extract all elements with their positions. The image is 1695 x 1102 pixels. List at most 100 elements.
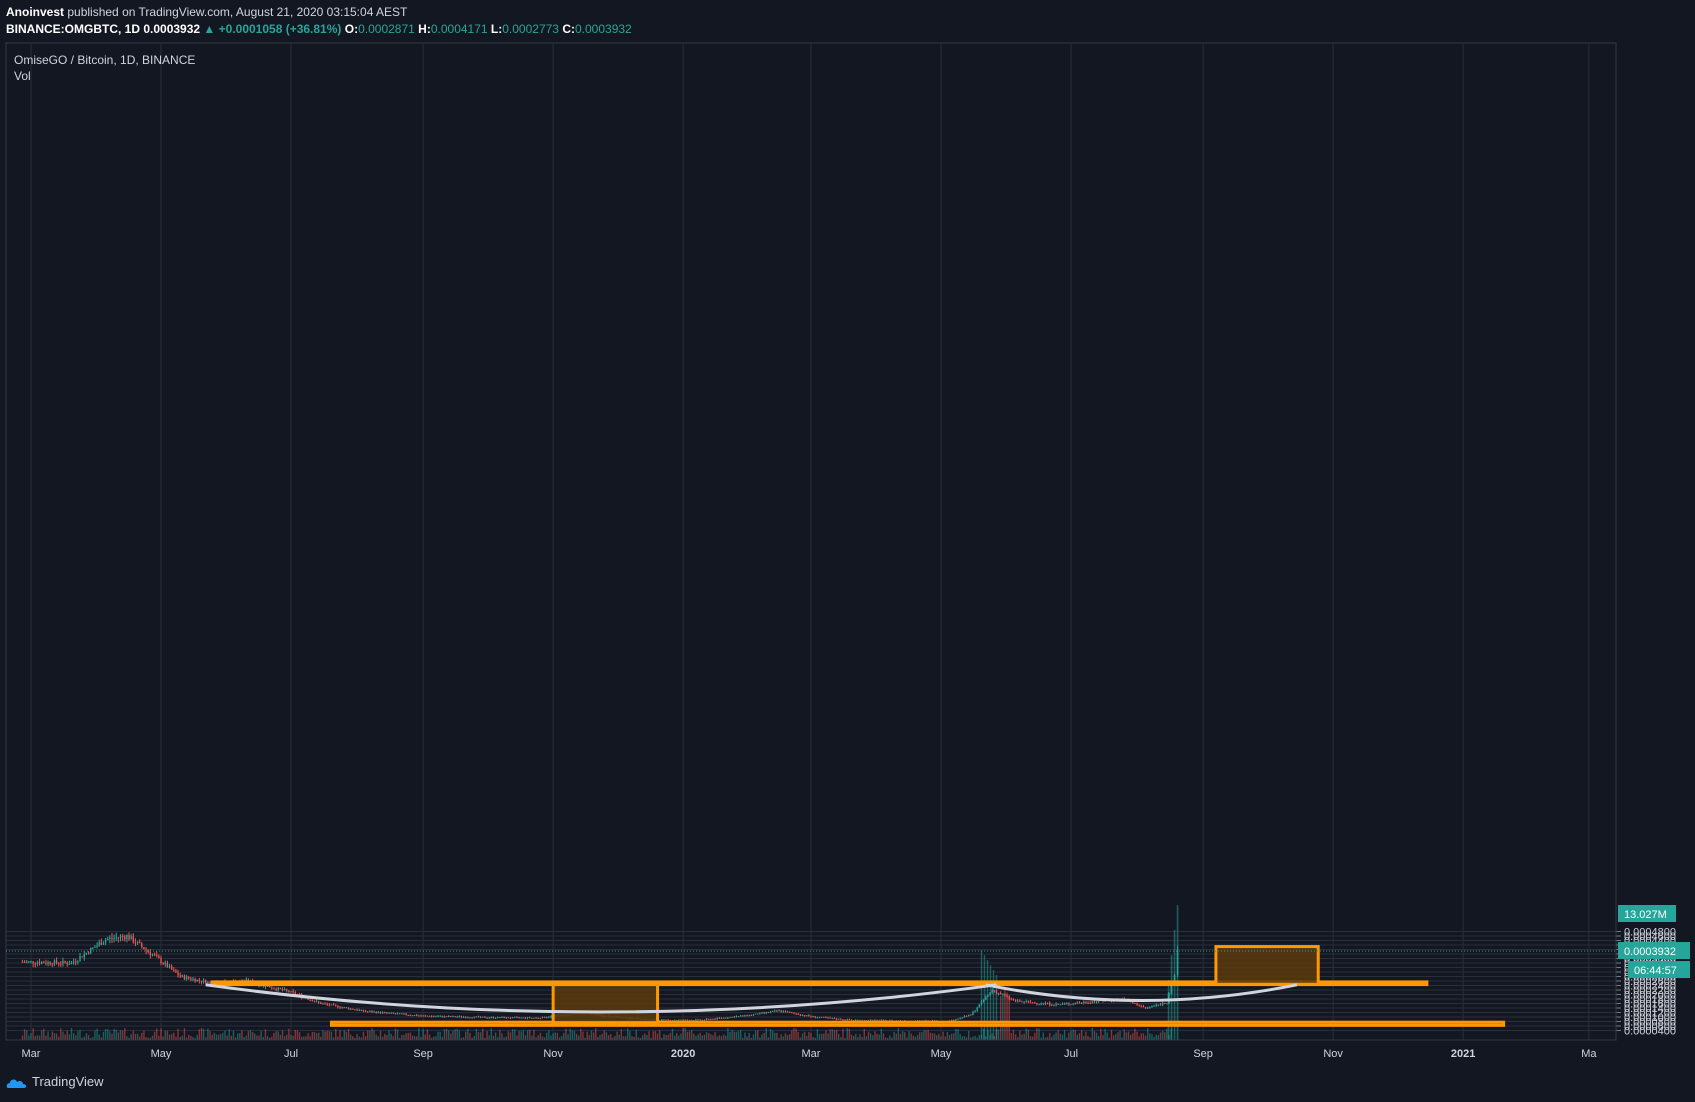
candle-body	[494, 1017, 497, 1019]
candle-body	[207, 981, 209, 984]
candle-body	[92, 947, 94, 949]
candle-body	[769, 1011, 772, 1013]
volume-bar	[825, 1030, 827, 1040]
volume-bar	[1117, 1032, 1119, 1040]
volume-bar	[254, 1033, 256, 1040]
volume-bar	[904, 1032, 906, 1040]
volume-bar	[51, 1031, 54, 1040]
volume-bar	[72, 1033, 75, 1040]
volume-bar	[219, 1033, 222, 1040]
volume-bar	[345, 1031, 348, 1040]
candle-body	[514, 1017, 516, 1019]
candle-body	[424, 1015, 426, 1017]
volume-bar	[367, 1030, 369, 1040]
volume-bar	[1147, 1028, 1149, 1040]
published-info: published on TradingView.com, August 21,…	[67, 5, 408, 19]
candle-body	[1091, 1001, 1094, 1003]
candle-body	[79, 956, 81, 961]
candle-body	[840, 1018, 842, 1020]
volume-bar	[641, 1035, 644, 1040]
candle-body	[661, 1019, 663, 1021]
volume-bar	[999, 995, 1002, 1040]
volume-bar	[931, 1033, 934, 1040]
volume-bar	[539, 1032, 542, 1040]
volume-bar	[413, 1035, 416, 1040]
volume-bar	[237, 1033, 239, 1040]
volume-bar	[601, 1033, 603, 1040]
volume-bar	[356, 1033, 358, 1040]
candle-body	[680, 1019, 682, 1021]
candle-body	[175, 970, 177, 973]
volume-bar	[66, 1030, 68, 1040]
candle-body	[987, 994, 989, 997]
candle-body	[460, 1016, 463, 1018]
volume-bar	[151, 1035, 154, 1040]
candle-body	[991, 990, 993, 993]
volume-bar	[882, 1033, 885, 1040]
volume-bar	[808, 1032, 810, 1040]
candle-body	[511, 1017, 514, 1019]
volume-bar	[968, 1030, 970, 1040]
volume-bar	[1087, 1035, 1089, 1040]
volume-bar	[1042, 1032, 1044, 1040]
volume-bar	[823, 1033, 825, 1040]
candle-body	[1014, 999, 1017, 1002]
candle-body	[995, 990, 998, 994]
volume-bar	[315, 1032, 318, 1040]
candle-body	[1061, 1003, 1064, 1005]
candle-body	[997, 993, 1000, 995]
volume-bar	[467, 1028, 469, 1040]
candle-body	[780, 1010, 782, 1012]
volume-bar	[1063, 1030, 1066, 1040]
candle-body	[765, 1012, 767, 1014]
volume-bar	[115, 1029, 117, 1040]
target-box	[1214, 945, 1320, 986]
volume-bar	[831, 1029, 834, 1040]
volume-bar	[352, 1036, 354, 1040]
x-tick-label: 2021	[1451, 1048, 1475, 1060]
volume-bar	[1025, 1028, 1027, 1040]
volume-bar	[98, 1034, 100, 1040]
volume-bar	[222, 1032, 224, 1040]
volume-bar	[34, 1036, 36, 1040]
candle-body	[43, 962, 45, 964]
volume-bar	[563, 1032, 565, 1040]
candle-body	[403, 1013, 405, 1015]
candle-body	[492, 1017, 495, 1019]
volume-bar	[921, 1032, 923, 1040]
volume-bar	[991, 1033, 993, 1040]
candle-body	[170, 966, 173, 970]
volume-bar	[371, 1028, 373, 1040]
candle-body	[164, 962, 166, 965]
volume-bar	[754, 1030, 757, 1040]
volume-bar	[60, 1028, 62, 1040]
volume-bar	[531, 1035, 533, 1040]
tradingview-logo[interactable]: TradingView	[6, 1074, 104, 1089]
candle-body	[422, 1015, 424, 1017]
x-tick-label: Sep	[413, 1048, 433, 1060]
candle-body	[294, 992, 296, 995]
candle-body	[286, 989, 288, 991]
candle-body	[51, 964, 54, 966]
volume-bar	[569, 1028, 571, 1040]
volume-bar	[744, 1032, 746, 1040]
volume-bar	[714, 1032, 716, 1040]
volume-bar	[428, 1034, 431, 1040]
volume-bar	[281, 1030, 284, 1040]
candle-body	[290, 990, 292, 993]
volume-bar	[678, 1035, 680, 1040]
volume-bar	[961, 1036, 964, 1040]
candle-body	[1021, 1001, 1023, 1003]
candle-body	[712, 1018, 714, 1020]
volume-bar	[925, 1030, 927, 1040]
volume-bar	[533, 1029, 535, 1040]
candle-body	[786, 1011, 789, 1013]
volume-bar	[343, 1029, 345, 1040]
candle-body	[275, 988, 277, 990]
price-chart[interactable]: 0.00048000.00046000.00044000.00042000.00…	[0, 0, 1695, 1102]
volume-bar	[1127, 1031, 1130, 1040]
author-name[interactable]: Anoinvest	[6, 5, 64, 19]
low-value: 0.0002773	[502, 22, 559, 36]
chart-legend: OmiseGO / Bitcoin, 1D, BINANCE Vol	[14, 52, 195, 84]
candle-body	[748, 1015, 750, 1017]
